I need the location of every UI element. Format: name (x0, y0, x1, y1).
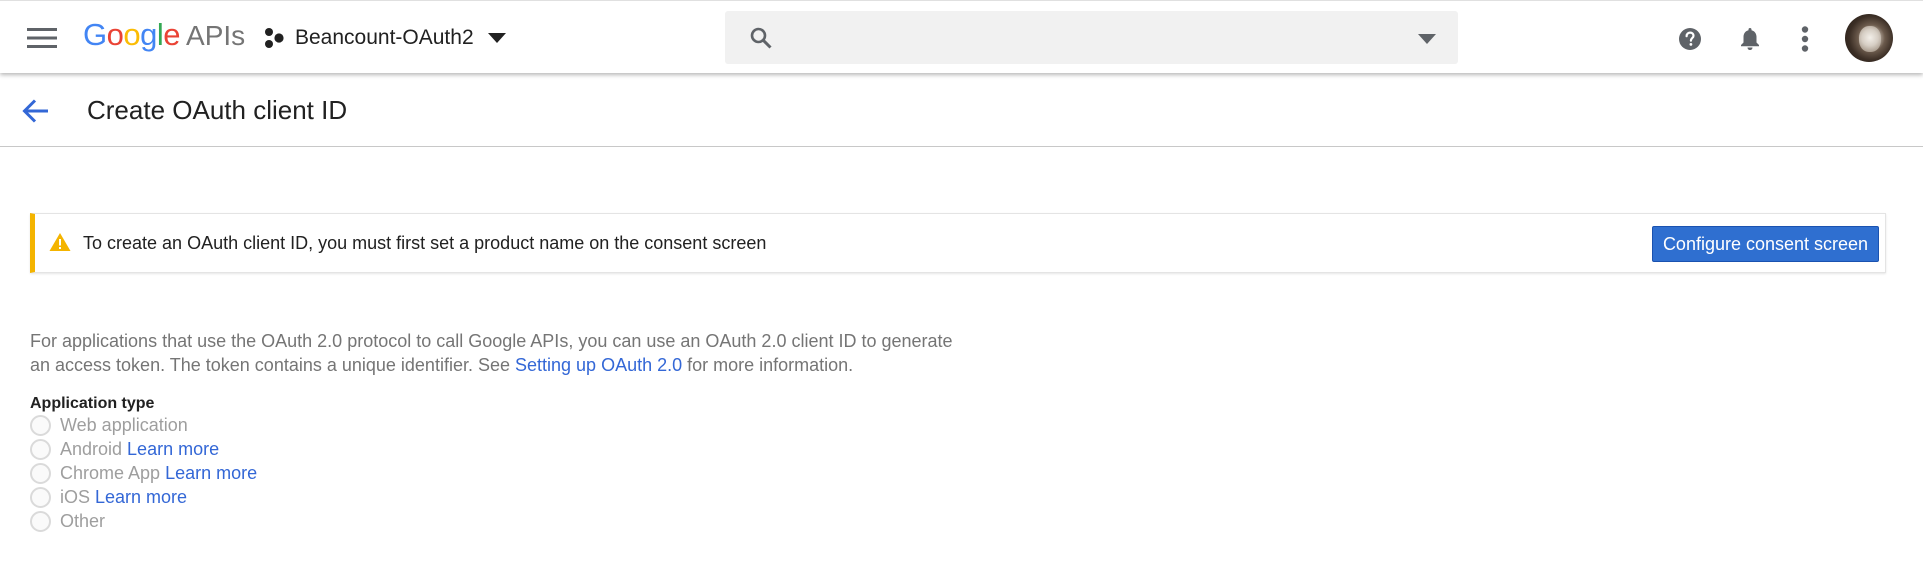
logo-letter: e (163, 17, 181, 52)
radio-button[interactable] (30, 462, 51, 484)
logo-letter: o (106, 17, 124, 52)
menu-icon[interactable] (27, 27, 57, 49)
application-type-label: Application type (30, 395, 155, 412)
chevron-down-icon (487, 33, 506, 43)
radio-option-ios[interactable]: iOS Learn more (30, 485, 257, 509)
radio-label: iOS (60, 486, 91, 507)
radio-option-other[interactable]: Other (30, 509, 257, 533)
notifications-icon[interactable] (1738, 26, 1762, 52)
project-icon (265, 28, 284, 48)
logo-letter: G (83, 17, 107, 52)
help-icon[interactable] (1678, 27, 1702, 51)
more-vert-icon[interactable] (1801, 26, 1809, 52)
learn-more-link[interactable]: Learn more (165, 463, 257, 484)
page-title: Create OAuth client ID (87, 95, 348, 125)
google-apis-logo[interactable]: Google APIs (83, 15, 245, 55)
back-arrow-icon[interactable] (22, 98, 50, 124)
radio-label: Chrome App (60, 462, 161, 483)
radio-option-chrome-app[interactable]: Chrome App Learn more (30, 461, 257, 485)
radio-button[interactable] (30, 510, 51, 532)
project-selector[interactable]: Beancount-OAuth2 (263, 23, 506, 53)
configure-consent-screen-button[interactable]: Configure consent screen (1652, 226, 1879, 262)
logo-letter: o (123, 17, 141, 52)
oauth-description: For applications that use the OAuth 2.0 … (30, 329, 960, 377)
warning-icon (49, 233, 71, 251)
page-header: Create OAuth client ID (0, 73, 1923, 147)
logo-brand: Google (83, 15, 181, 55)
radio-option-android[interactable]: Android Learn more (30, 437, 257, 461)
account-avatar[interactable] (1845, 14, 1893, 62)
top-app-bar: Google APIs Beancount-OAuth2 (0, 0, 1923, 73)
setting-up-oauth-link[interactable]: Setting up OAuth 2.0 (515, 355, 682, 375)
radio-button[interactable] (30, 414, 51, 436)
logo-suffix: APIs (186, 20, 246, 51)
project-name: Beancount-OAuth2 (295, 26, 474, 49)
avatar-photo (1859, 26, 1881, 52)
warning-message: To create an OAuth client ID, you must f… (83, 233, 767, 253)
logo-letter: g (140, 17, 157, 52)
radio-button[interactable] (30, 486, 51, 508)
search-bar[interactable] (725, 11, 1458, 64)
search-input[interactable] (789, 19, 1389, 56)
learn-more-link[interactable]: Learn more (127, 439, 219, 460)
consent-screen-warning: To create an OAuth client ID, you must f… (30, 213, 1886, 273)
radio-button[interactable] (30, 438, 51, 460)
radio-label: Android (60, 438, 123, 459)
application-type-radio-group: Web application Android Learn more Chrom… (30, 413, 257, 533)
search-dropdown-icon[interactable] (1418, 34, 1436, 44)
search-icon (750, 27, 772, 49)
radio-label: Web application (60, 414, 188, 435)
radio-label: Other (60, 510, 106, 531)
learn-more-link[interactable]: Learn more (95, 487, 187, 508)
radio-option-web-application[interactable]: Web application (30, 413, 257, 437)
description-text-end: for more information. (682, 355, 854, 375)
